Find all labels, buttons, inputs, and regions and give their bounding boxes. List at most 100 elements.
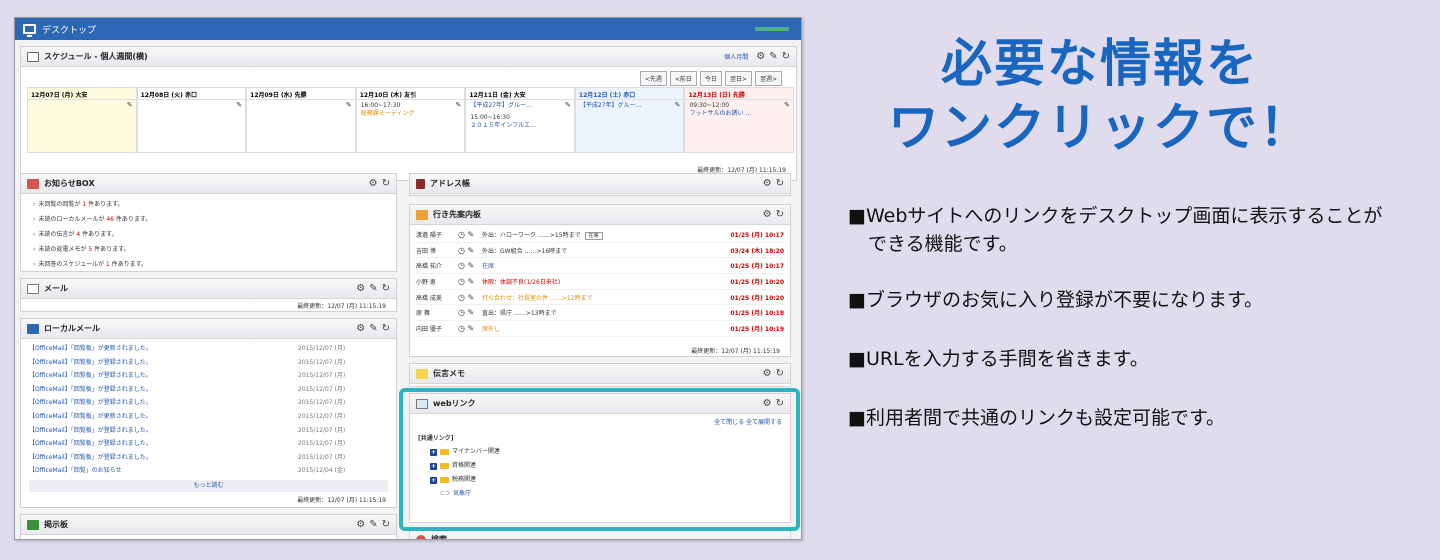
pencil-icon[interactable]: ✎	[675, 101, 681, 109]
prev-day-button[interactable]: <前日	[669, 71, 697, 86]
notice-item[interactable]: › 未読の伝言が 4 件あります。	[33, 227, 384, 242]
whereabouts-row[interactable]: 高橋 祐介 ◷ ✎ 在席 01/25 (月) 10:17	[416, 258, 784, 275]
notice-item[interactable]: › 未回答のスケジュールが 1 件あります。	[33, 257, 384, 272]
refresh-icon[interactable]: ↻	[382, 519, 390, 530]
pencil-icon[interactable]: ✎	[346, 101, 352, 109]
status-date: 01/25 (月) 10:17	[730, 231, 784, 239]
pencil-icon[interactable]: ✎	[784, 101, 790, 109]
day-header: 12月09日 (水) 先勝	[247, 88, 355, 100]
clock-pencil-icon[interactable]: ◷ ✎	[458, 324, 482, 333]
schedule-day[interactable]: 12月11日 (金) 大安 ✎ 【平成27年】グルー… 15:00~16:30 ２０１５…	[465, 87, 575, 153]
mail-row[interactable]: 【OfficeMail】「回覧」のお知らせ 2015/12/04 (金)	[29, 464, 388, 478]
clock-pencil-icon[interactable]: ◷ ✎	[458, 261, 482, 270]
refresh-icon[interactable]: ↻	[382, 323, 390, 334]
address-title: アドレス帳	[430, 179, 470, 188]
whereabouts-row[interactable]: 吉田 博 ◷ ✎ 外出：GW組合 ……>16時まで 03/24 (木) 18:20	[416, 243, 784, 259]
schedule-event[interactable]: 09:30~12:00 フットサルのお誘い …	[689, 102, 751, 118]
refresh-icon[interactable]: ↻	[782, 51, 790, 62]
gear-icon[interactable]: ⚙	[369, 178, 378, 189]
notice-text: 件あります。	[86, 201, 124, 208]
whereabouts-row[interactable]: 小野 恵 ◷ ✎ 休暇：体調不良(1/26日来社) 01/25 (月) 10:20	[416, 274, 784, 290]
gear-icon[interactable]: ⚙	[356, 519, 365, 530]
address-header: アドレス帳 ⚙ ↻	[410, 174, 790, 194]
refresh-icon[interactable]: ↻	[382, 283, 390, 294]
notice-item[interactable]: › 未回覧の回覧が 1 件あります。	[33, 197, 384, 212]
schedule-event[interactable]: 15:00~16:30 ２０１５年インフルエ…	[470, 114, 536, 130]
next-day-button[interactable]: 翌日>	[724, 71, 752, 86]
mail-row[interactable]: 【OfficeMail】「回覧板」が更新されました。 2015/12/07 (月)	[29, 342, 388, 356]
gear-icon[interactable]: ⚙	[356, 323, 365, 334]
mail-date: 2015/12/07 (月)	[298, 412, 346, 420]
mail-row[interactable]: 【OfficeMail】「回覧板」が登録されました。 2015/12/07 (月)	[29, 383, 388, 397]
pencil-icon[interactable]: ✎	[236, 101, 242, 109]
envelope-icon	[27, 283, 39, 294]
mail-subject: 【OfficeMail】「回覧板」が更新されました。	[29, 412, 152, 420]
pencil-icon[interactable]: ✎	[369, 519, 377, 530]
schedule-event[interactable]: 【平成27年】グルー…	[580, 102, 642, 110]
clock-pencil-icon[interactable]: ◷ ✎	[458, 277, 482, 286]
pencil-icon[interactable]: ✎	[127, 101, 133, 109]
mail-date: 2015/12/07 (月)	[298, 426, 346, 434]
gear-icon[interactable]: ⚙	[763, 178, 772, 189]
notice-item[interactable]: › 未読の返電メモが 5 件あります。	[33, 242, 384, 257]
refresh-icon[interactable]: ↻	[776, 178, 784, 189]
mail-row[interactable]: 【OfficeMail】「回覧板」が登録されました。 2015/12/07 (月)	[29, 369, 388, 383]
prev-week-button[interactable]: <先週	[639, 71, 667, 86]
notice-item[interactable]: › 未読のローカルメールが 46 件あります。	[33, 212, 384, 227]
schedule-event[interactable]: 16:00~17:30 総務課ミーティング	[361, 102, 415, 118]
refresh-icon[interactable]: ↻	[776, 368, 784, 379]
gear-icon[interactable]: ⚙	[763, 368, 772, 379]
read-more-button[interactable]: もっと読む	[29, 479, 388, 492]
whereabouts-row[interactable]: 高橋 成美 ◷ ✎ 打ち合わせ：社長室の件 ……>12時まで 01/25 (月) 10…	[416, 290, 784, 306]
whereabouts-row[interactable]: 渡邉 陽子 ◷ ✎ 外出：ハローワーク ……>15時まで 在席 01/25 (月) 10…	[416, 227, 784, 243]
mail-row[interactable]: 【OfficeMail】「回覧板」が登録されました。 2015/12/07 (月)	[29, 356, 388, 370]
mail-row[interactable]: 【OfficeMail】「回覧板」が登録されました。 2015/12/07 (月)	[29, 424, 388, 438]
status-tag[interactable]: 在席	[584, 231, 603, 240]
status-date: 01/25 (月) 10:19	[730, 325, 784, 333]
next-week-button[interactable]: 翌週>	[754, 71, 782, 86]
arrow-icon: ›	[33, 261, 36, 268]
address-book-icon	[416, 178, 425, 189]
mail-row[interactable]: 【OfficeMail】「回覧板」が登録されました。 2015/12/07 (月)	[29, 451, 388, 465]
day-header: 12月10日 (木) 友引	[356, 88, 465, 100]
gear-icon[interactable]: ⚙	[763, 209, 772, 220]
clock-pencil-icon[interactable]: ◷ ✎	[458, 293, 482, 302]
bbs-header: 掲示板 ⚙ ✎ ↻	[21, 515, 396, 535]
mail-row[interactable]: 【OfficeMail】「回覧板」が登録されました。 2015/12/07 (月)	[29, 437, 388, 451]
refresh-icon[interactable]: ↻	[382, 178, 390, 189]
clock-pencil-icon[interactable]: ◷ ✎	[458, 246, 482, 255]
schedule-nav: <先週 <前日 今日 翌日> 翌週>	[639, 71, 782, 86]
mail-row[interactable]: 【OfficeMail】「回覧板」が更新されました。 2015/12/07 (月)	[29, 410, 388, 424]
mail-date: 2015/12/07 (月)	[298, 345, 346, 352]
event-time: 【平成27年】グルー…	[470, 102, 532, 109]
schedule-event[interactable]: 【平成27年】グルー…	[470, 102, 532, 110]
pencil-icon[interactable]: ✎	[369, 323, 377, 334]
gear-icon[interactable]: ⚙	[356, 283, 365, 294]
person-status: 席外し	[482, 325, 501, 333]
schedule-day[interactable]: 12月13日 (日) 先勝 ✎ 09:30~12:00 フットサルのお誘い …	[684, 87, 795, 153]
pencil-icon[interactable]: ✎	[769, 51, 777, 62]
pencil-icon[interactable]: ✎	[565, 101, 571, 109]
schedule-day[interactable]: 12月09日 (水) 先勝 ✎	[246, 87, 356, 153]
pencil-icon[interactable]: ✎	[369, 283, 377, 294]
gear-icon[interactable]: ⚙	[756, 51, 765, 62]
schedule-day[interactable]: 12月07日 (月) 大安 ✎	[27, 87, 137, 153]
titlebar-button[interactable]	[755, 27, 789, 31]
mail-subject: 【OfficeMail】「回覧」のお知らせ	[29, 467, 122, 475]
schedule-day[interactable]: 12月08日 (火) 赤口 ✎	[136, 87, 247, 153]
mail-row[interactable]: 【OfficeMail】「回覧板」が登録されました。 2015/12/07 (月)	[29, 396, 388, 410]
monitor-icon	[23, 24, 36, 37]
schedule-day[interactable]: 12月12日 (土) 赤口 ✎ 【平成27年】グルー…	[574, 87, 685, 153]
clock-pencil-icon[interactable]: ◷ ✎	[458, 230, 482, 239]
refresh-icon[interactable]: ↻	[776, 209, 784, 220]
mail-date: 2015/12/07 (月)	[298, 358, 346, 366]
whereabouts-row[interactable]: 内田 優子 ◷ ✎ 席外し 01/25 (月) 10:19	[416, 321, 784, 337]
pencil-icon[interactable]: ✎	[455, 101, 461, 109]
mail-subject: 【OfficeMail】「回覧板」が登録されました。	[29, 453, 152, 461]
whereabouts-row[interactable]: 原 舞 ◷ ✎ 直出：県庁 ……>13時まで 01/25 (月) 10:18	[416, 305, 784, 322]
memo-icon	[416, 368, 428, 379]
schedule-day[interactable]: 12月10日 (木) 友引 ✎ 16:00~17:30 総務課ミーティング	[355, 87, 466, 153]
clock-pencil-icon[interactable]: ◷ ✎	[458, 308, 482, 317]
personal-month-link[interactable]: 個人月間	[724, 52, 748, 61]
today-button[interactable]: 今日	[699, 71, 722, 86]
